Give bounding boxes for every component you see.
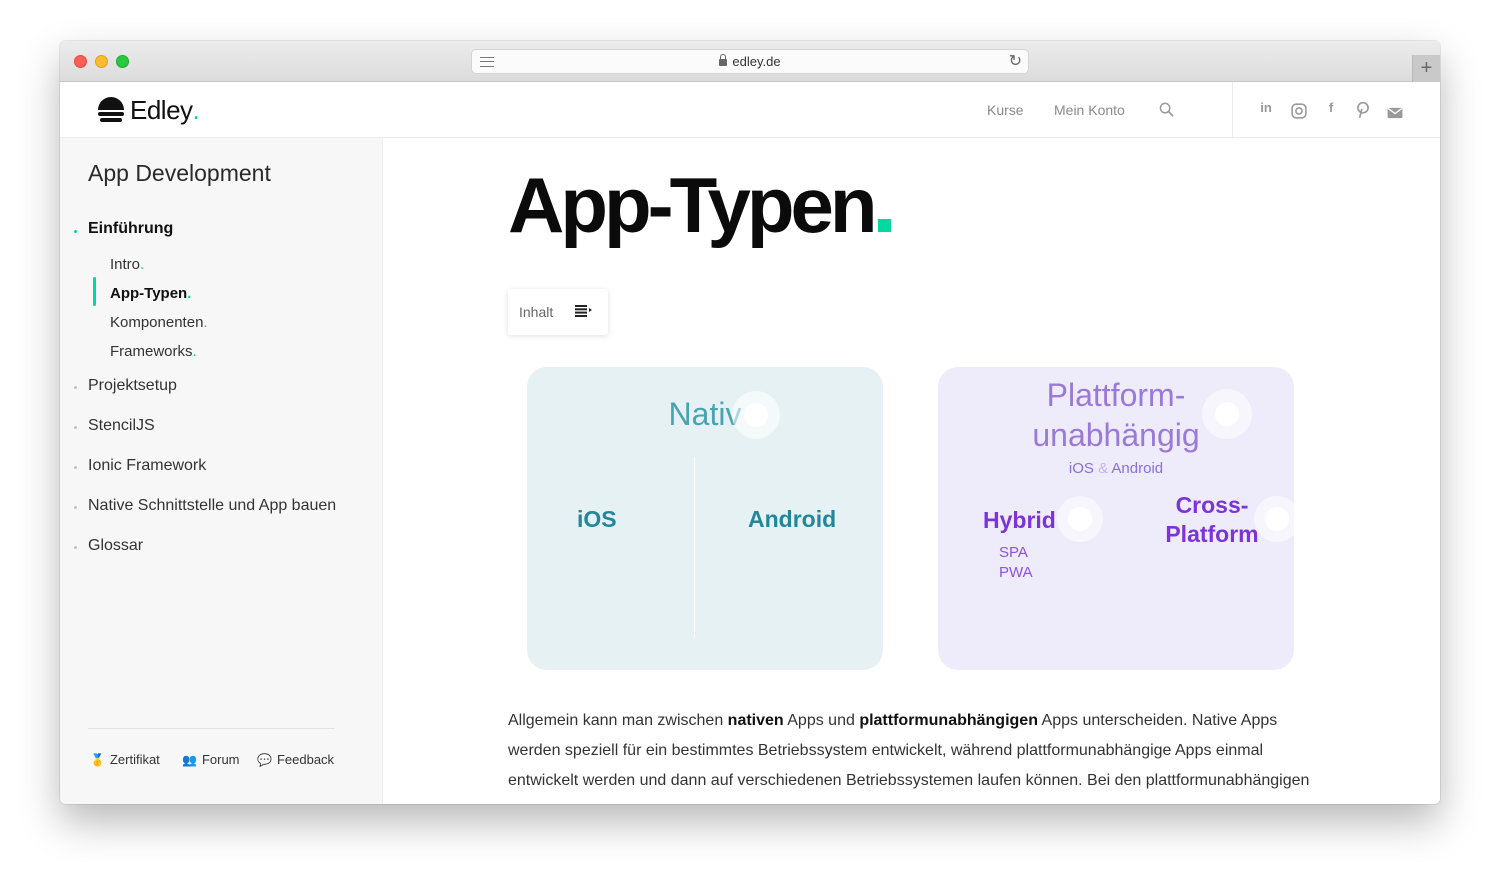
sub-amp: & — [1098, 460, 1109, 477]
feedback-label: Feedback — [276, 752, 335, 767]
logo-text: Edley — [130, 94, 193, 125]
sidebar-section-einfuehrung[interactable]: Einführung — [88, 220, 173, 238]
page-title-text: App-Typen — [508, 161, 878, 249]
browser-window: edley.de ↻ + Edley. Kurse Mein Konto in … — [60, 41, 1440, 804]
hybrid-label: Hybrid — [983, 507, 1056, 533]
site-logo[interactable]: Edley. — [98, 95, 200, 125]
active-lesson-indicator — [93, 277, 96, 306]
sidebar-lesson-komponenten[interactable]: Komponenten. — [110, 314, 208, 331]
cross-line2: Platform — [1165, 521, 1259, 547]
mail-icon[interactable] — [1387, 104, 1403, 122]
paragraph-bold: plattformunabhängigen — [859, 712, 1038, 729]
feedback-link[interactable]: 💬 Feedback — [257, 752, 334, 767]
hybrid-item-pwa: PWA — [999, 564, 1033, 581]
android-label: Android — [748, 506, 837, 532]
sidebar-section-glossar[interactable]: Glossar — [88, 537, 143, 555]
paragraph-text: Allgemein kann man zwischen — [508, 712, 728, 729]
sidebar-section-native[interactable]: Native Schnittstelle und App bauen — [88, 497, 336, 515]
main-content: App-Typen Inhalt Nativ iOS Android Platt… — [384, 138, 1440, 804]
cross-platform-card: Plattform- unabhängig iOS & Android Hybr… — [938, 367, 1300, 670]
toc-label: Inhalt — [519, 304, 554, 320]
ios-label: iOS — [577, 506, 617, 532]
course-sidebar: App Development Einführung Intro. App-Ty… — [60, 138, 383, 804]
sidebar-section-projektsetup[interactable]: Projektsetup — [88, 377, 177, 395]
speech-bubble-icon: 💬 — [257, 752, 272, 767]
paragraph-bold: nativen — [727, 712, 784, 729]
course-title: App Development — [88, 160, 271, 186]
native-divider — [694, 457, 695, 637]
lesson-dot: . — [140, 256, 145, 273]
lesson-label: Intro — [110, 256, 141, 273]
native-card: Nativ iOS Android — [527, 367, 883, 670]
instagram-icon[interactable] — [1291, 102, 1307, 120]
nav-item-kurse[interactable]: Kurse — [987, 82, 1024, 138]
sidebar-lesson-frameworks[interactable]: Frameworks. — [110, 343, 197, 360]
lock-icon — [719, 54, 728, 66]
logo-dot: . — [192, 94, 200, 125]
section-bullet — [74, 506, 77, 509]
title-accent-dot — [877, 219, 891, 232]
section-bullet — [74, 230, 77, 233]
cross-line1: Cross- — [1175, 492, 1249, 518]
nav-kurse-link[interactable]: Kurse — [987, 102, 1024, 118]
lesson-label: Frameworks — [110, 343, 193, 360]
lesson-dot: . — [192, 343, 197, 360]
nav-item-konto[interactable]: Mein Konto — [1054, 82, 1125, 138]
section-bullet — [74, 546, 77, 549]
site-header: Edley. Kurse Mein Konto in f — [60, 82, 1440, 138]
pinterest-icon[interactable] — [1355, 101, 1371, 119]
toc-button[interactable]: Inhalt — [508, 289, 608, 335]
search-icon[interactable] — [1159, 102, 1174, 117]
lesson-dot: . — [203, 314, 208, 331]
address-bar[interactable]: edley.de ↻ — [471, 49, 1029, 74]
sidebar-section-ionic[interactable]: Ionic Framework — [88, 457, 206, 475]
reader-icon[interactable] — [480, 57, 494, 67]
header-divider — [1232, 82, 1233, 138]
native-card-title: Nativ — [668, 396, 742, 432]
sub-ios: iOS — [1068, 460, 1094, 477]
url-text: edley.de — [732, 54, 781, 69]
list-icon — [575, 305, 592, 317]
glow-dot — [1202, 389, 1252, 439]
section-bullet — [74, 426, 77, 429]
glow-dot — [1057, 496, 1103, 542]
medal-icon: 🥇 — [90, 752, 105, 767]
sidebar-lesson-app-typen[interactable]: App-Typen. — [110, 285, 191, 302]
forum-label: Forum — [201, 752, 240, 767]
glow-dot — [732, 391, 780, 439]
paragraph-text: Apps und — [783, 712, 860, 729]
sub-android: Android — [1111, 460, 1164, 477]
new-tab-button[interactable]: + — [1412, 55, 1440, 82]
zertifikat-label: Zertifikat — [109, 752, 160, 767]
lesson-label: Komponenten — [110, 314, 204, 331]
lesson-dot: . — [187, 285, 192, 302]
zertifikat-link[interactable]: 🥇 Zertifikat — [90, 752, 160, 767]
people-icon: 👥 — [182, 752, 197, 767]
minimize-window-button[interactable] — [95, 55, 108, 68]
sidebar-lesson-intro[interactable]: Intro. — [110, 256, 144, 273]
page-title: App-Typen — [508, 160, 891, 251]
ios-android-subtitle: iOS & Android — [938, 460, 1294, 477]
zoom-window-button[interactable] — [116, 55, 129, 68]
hybrid-item-spa: SPA — [999, 544, 1028, 561]
glow-dot — [1254, 496, 1300, 542]
section-bullet — [74, 386, 77, 389]
reload-icon[interactable]: ↻ — [1009, 50, 1022, 74]
sidebar-divider — [88, 728, 335, 729]
sidebar-section-stenciljs[interactable]: StencilJS — [88, 417, 155, 435]
section-bullet — [74, 466, 77, 469]
close-window-button[interactable] — [74, 55, 87, 68]
intro-paragraph: Allgemein kann man zwischen nativen Apps… — [508, 706, 1328, 796]
browser-titlebar: edley.de ↻ + — [60, 41, 1440, 82]
facebook-icon[interactable]: f — [1323, 100, 1339, 118]
logo-icon — [98, 97, 124, 123]
cross-platform-label: Cross- Platform — [1162, 491, 1262, 549]
nav-konto-link[interactable]: Mein Konto — [1054, 102, 1125, 118]
linkedin-icon[interactable]: in — [1258, 100, 1274, 118]
forum-link[interactable]: 👥 Forum — [182, 752, 240, 767]
lesson-label: App-Typen — [110, 285, 188, 302]
